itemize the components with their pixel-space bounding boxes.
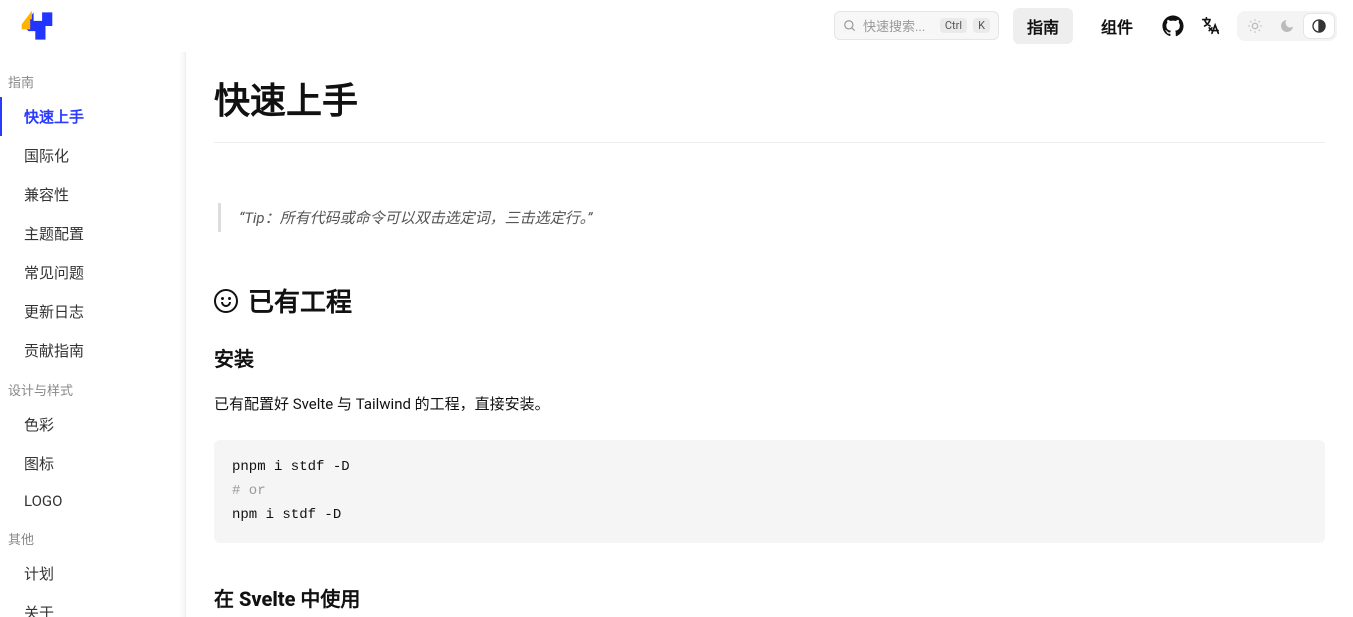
kbd-ctrl: Ctrl — [940, 18, 967, 33]
code-install[interactable]: pnpm i stdf -D # or npm i stdf -D — [214, 440, 1325, 543]
contrast-icon — [1311, 18, 1327, 34]
body: 指南 快速上手 国际化 兼容性 主题配置 常见问题 更新日志 贡献指南 设计与样… — [0, 52, 1353, 617]
theme-auto[interactable] — [1304, 14, 1334, 38]
language-icon — [1200, 15, 1222, 37]
page-title: 快速上手 — [214, 72, 1325, 143]
search-placeholder: 快速搜索... — [863, 16, 934, 35]
section-install: 安装 — [214, 343, 1325, 372]
theme-light[interactable] — [1240, 14, 1270, 38]
sidebar-item-icons[interactable]: 图标 — [0, 444, 185, 483]
language-switcher[interactable] — [1199, 14, 1223, 38]
install-para: 已有配置好 Svelte 与 Tailwind 的工程，直接安装。 — [214, 392, 1325, 416]
sidebar-item-logo[interactable]: LOGO — [0, 483, 185, 519]
sidebar-item-about[interactable]: 关于 — [0, 593, 185, 617]
sidebar-group-guide: 指南 — [0, 62, 185, 97]
sidebar-item-plan[interactable]: 计划 — [0, 554, 185, 593]
logo[interactable] — [16, 9, 58, 43]
code-line: npm i stdf -D — [232, 507, 341, 523]
theme-dark[interactable] — [1272, 14, 1302, 38]
theme-switcher — [1237, 11, 1337, 41]
sidebar: 指南 快速上手 国际化 兼容性 主题配置 常见问题 更新日志 贡献指南 设计与样… — [0, 52, 186, 617]
section-existing-title: 已有工程 — [248, 282, 352, 319]
search-input[interactable]: 快速搜索... Ctrl K — [834, 11, 999, 40]
section-existing-project: 已有工程 — [214, 282, 1325, 319]
code-line: pnpm i stdf -D — [232, 459, 350, 475]
smile-icon — [214, 289, 238, 313]
sun-icon — [1247, 18, 1263, 34]
sidebar-item-changelog[interactable]: 更新日志 — [0, 292, 185, 331]
main-content: 快速上手 “Tip：所有代码或命令可以双击选定词，三击选定行。” 已有工程 安装… — [186, 52, 1353, 617]
sidebar-item-i18n[interactable]: 国际化 — [0, 136, 185, 175]
header: 快速搜索... Ctrl K 指南 组件 — [0, 0, 1353, 52]
tip-quote: “Tip：所有代码或命令可以双击选定词，三击选定行。” — [218, 203, 1325, 232]
code-line: # or — [232, 483, 266, 499]
sidebar-group-other: 其他 — [0, 519, 185, 554]
nav-guide[interactable]: 指南 — [1013, 8, 1073, 44]
sidebar-group-design: 设计与样式 — [0, 370, 185, 405]
sidebar-item-theme[interactable]: 主题配置 — [0, 214, 185, 253]
sidebar-item-quickstart[interactable]: 快速上手 — [0, 97, 185, 136]
github-icon — [1162, 15, 1184, 37]
sidebar-item-compat[interactable]: 兼容性 — [0, 175, 185, 214]
search-icon — [843, 19, 857, 33]
github-link[interactable] — [1161, 14, 1185, 38]
moon-icon — [1279, 18, 1295, 34]
sidebar-item-contribute[interactable]: 贡献指南 — [0, 331, 185, 370]
header-right: 快速搜索... Ctrl K 指南 组件 — [834, 8, 1337, 44]
sidebar-item-faq[interactable]: 常见问题 — [0, 253, 185, 292]
kbd-k: K — [973, 18, 990, 33]
section-svelte-use: 在 Svelte 中使用 — [214, 583, 1325, 612]
nav-components[interactable]: 组件 — [1087, 8, 1147, 44]
logo-icon — [16, 9, 58, 43]
sidebar-item-color[interactable]: 色彩 — [0, 405, 185, 444]
